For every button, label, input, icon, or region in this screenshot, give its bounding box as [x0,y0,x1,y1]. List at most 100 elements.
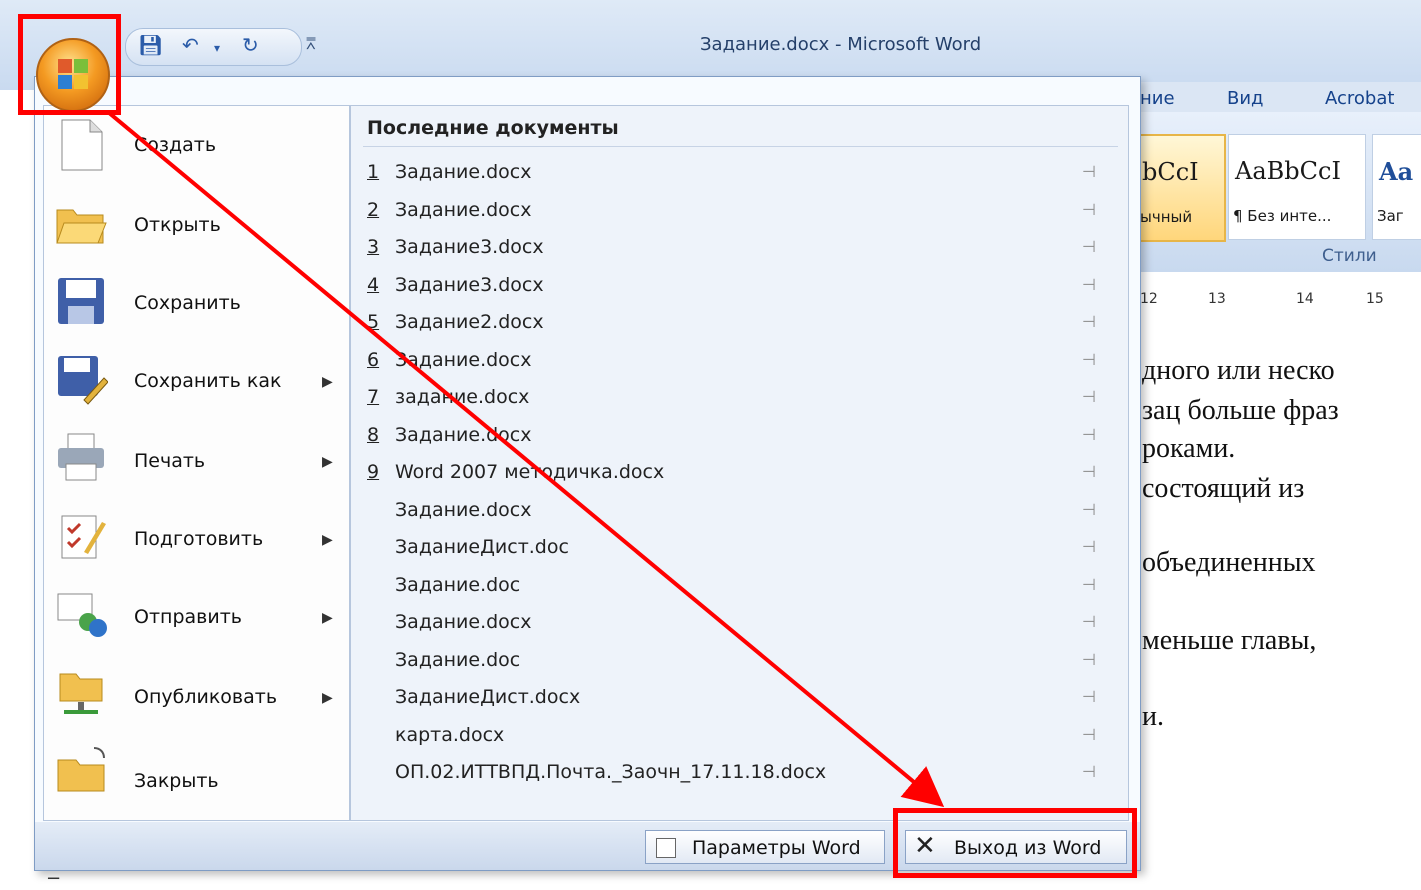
command-label: Открыть [134,214,221,236]
style-name: Заг [1377,207,1404,225]
style-normal[interactable]: bCcI ычный [1134,134,1226,242]
recent-document-item[interactable]: ЗаданиеДист.docx ⊣ [367,679,1127,715]
pin-icon[interactable]: ⊣ [1082,462,1096,481]
pin-icon[interactable]: ⊣ [1082,575,1096,594]
pin-icon[interactable]: ⊣ [1082,162,1096,181]
command-label: Печать [134,450,206,472]
style-name: ычный [1140,208,1193,226]
recent-document-item[interactable]: Задание.docx ⊣ [367,492,1127,528]
recent-document-item[interactable]: 3 Задание3.docx ⊣ [367,229,1127,265]
ruler-mark: 14 [1296,291,1314,307]
window-title: Задание.docx - Microsoft Word [700,34,982,55]
customize-qat-icon[interactable]: ⩞ [306,34,316,54]
recent-document-name: Задание.docx [395,611,532,633]
recent-document-item[interactable]: 7 задание.docx ⊣ [367,379,1127,415]
highlight-office-button [18,14,121,115]
recent-document-item[interactable]: 9 Word 2007 методичка.docx ⊣ [367,454,1127,490]
command-new[interactable]: Создать [44,106,349,184]
doc-line: меньше главы, [1142,625,1317,656]
command-publish[interactable]: Опубликовать ▶ [44,652,349,730]
printer-icon [58,433,104,481]
recent-document-number: 4 [367,273,380,296]
open-folder-icon [56,209,107,244]
tab-acrobat[interactable]: Acrobat [1325,88,1394,109]
recent-document-item[interactable]: Задание.doc ⊣ [367,642,1127,678]
submenu-arrow-icon: ▶ [322,532,333,548]
style-sample: Aa [1379,157,1414,186]
send-icon [57,593,107,637]
recent-document-item[interactable]: 6 Задание.docx ⊣ [367,342,1127,378]
style-heading[interactable]: Aa Заг [1372,134,1421,240]
menu-commands: Создать Открыть Сохранить Сохранить как … [43,105,350,821]
pin-icon[interactable]: ⊣ [1082,537,1096,556]
recent-document-item[interactable]: 5 Задание2.docx ⊣ [367,304,1127,340]
ruler-mark: 12 [1140,291,1158,307]
pin-icon[interactable]: ⊣ [1082,612,1096,631]
style-name: ¶ Без инте... [1233,207,1332,225]
prepare-document-icon [61,515,106,559]
minus-icon: − [46,868,62,889]
pin-icon[interactable]: ⊣ [1082,500,1096,519]
recent-document-item[interactable]: карта.docx ⊣ [367,717,1127,753]
pin-icon[interactable]: ⊣ [1082,425,1096,444]
save-disk-icon [58,278,104,324]
recent-document-name: ЗаданиеДист.docx [395,686,581,708]
command-send[interactable]: Отправить ▶ [44,574,349,652]
redo-icon[interactable]: ↻ [242,33,259,57]
undo-icon[interactable]: ↶ [182,33,199,57]
pin-icon[interactable]: ⊣ [1082,762,1096,781]
command-close[interactable]: Закрыть [44,730,349,808]
recent-document-number: 8 [367,423,380,446]
pin-icon[interactable]: ⊣ [1082,200,1096,219]
word-options-button[interactable]: Параметры Word [645,830,885,864]
pin-icon[interactable]: ⊣ [1082,350,1096,369]
recent-document-name: Задание3.docx [395,273,544,296]
command-label: Отправить [134,606,242,628]
recent-document-name: Задание.doc [395,648,521,671]
styles-group-label: Стили [1322,246,1377,266]
pin-icon[interactable]: ⊣ [1082,725,1096,744]
pin-icon[interactable]: ⊣ [1082,650,1096,669]
recent-document-name: Задание3.docx [395,236,544,258]
recent-document-name: Задание.doc [395,573,521,596]
horizontal-ruler[interactable]: 12 13 14 15 [1138,285,1421,316]
pin-icon[interactable]: ⊣ [1082,237,1096,256]
command-print[interactable]: Печать ▶ [44,418,349,496]
recent-document-item[interactable]: 2 Задание.docx ⊣ [367,192,1127,228]
new-document-icon [61,119,103,171]
command-save[interactable]: Сохранить [44,262,349,340]
recent-document-number: 5 [367,311,380,333]
tab-partial[interactable]: ние [1140,88,1175,109]
recent-document-name: Задание.docx [395,423,532,446]
tab-view[interactable]: Вид [1227,88,1264,109]
command-prepare[interactable]: Подготовить ▶ [44,496,349,574]
undo-dropdown-icon[interactable]: ▾ [214,41,220,55]
document-body[interactable]: дного или неско зац больше фраз роками. … [1138,315,1421,890]
recent-document-item[interactable]: 1 Задание.docx ⊣ [367,154,1127,190]
recent-document-item[interactable]: ЗаданиеДист.doc ⊣ [367,529,1127,565]
recent-document-number: 1 [367,161,380,183]
recent-document-item[interactable]: 8 Задание.docx ⊣ [367,417,1127,453]
pin-icon[interactable]: ⊣ [1082,312,1096,331]
recent-document-name: Задание2.docx [395,311,544,333]
pin-icon[interactable]: ⊣ [1082,275,1096,294]
recent-document-item[interactable]: Задание.docx ⊣ [367,604,1127,640]
doc-line: состоящий из [1142,473,1305,504]
recent-document-name: Word 2007 методичка.docx [395,461,665,483]
doc-line: объединенных [1142,547,1316,578]
ribbon-styles-group: bCcI ычный AaBbCcI ¶ Без инте... Aa Заг … [1134,112,1421,272]
command-open[interactable]: Открыть [44,184,349,262]
recent-document-item[interactable]: Задание.doc ⊣ [367,567,1127,603]
recent-document-name: ЗаданиеДист.doc [395,536,569,558]
style-sample: AaBbCcI [1235,157,1341,185]
pin-icon[interactable]: ⊣ [1082,387,1096,406]
submenu-arrow-icon: ▶ [322,454,333,470]
recent-document-item[interactable]: 4 Задание3.docx ⊣ [367,267,1127,303]
style-no-spacing[interactable]: AaBbCcI ¶ Без инте... [1228,134,1366,240]
save-as-icon [58,356,108,405]
command-save-as[interactable]: Сохранить как ▶ [44,340,349,418]
save-icon[interactable]: 💾︎ [138,33,163,57]
pin-icon[interactable]: ⊣ [1082,687,1096,706]
command-label: Опубликовать [134,686,278,708]
recent-document-item[interactable]: ОП.02.ИТТВПД.Почта._Заочн_17.11.18.docx ⊣ [367,754,1127,790]
